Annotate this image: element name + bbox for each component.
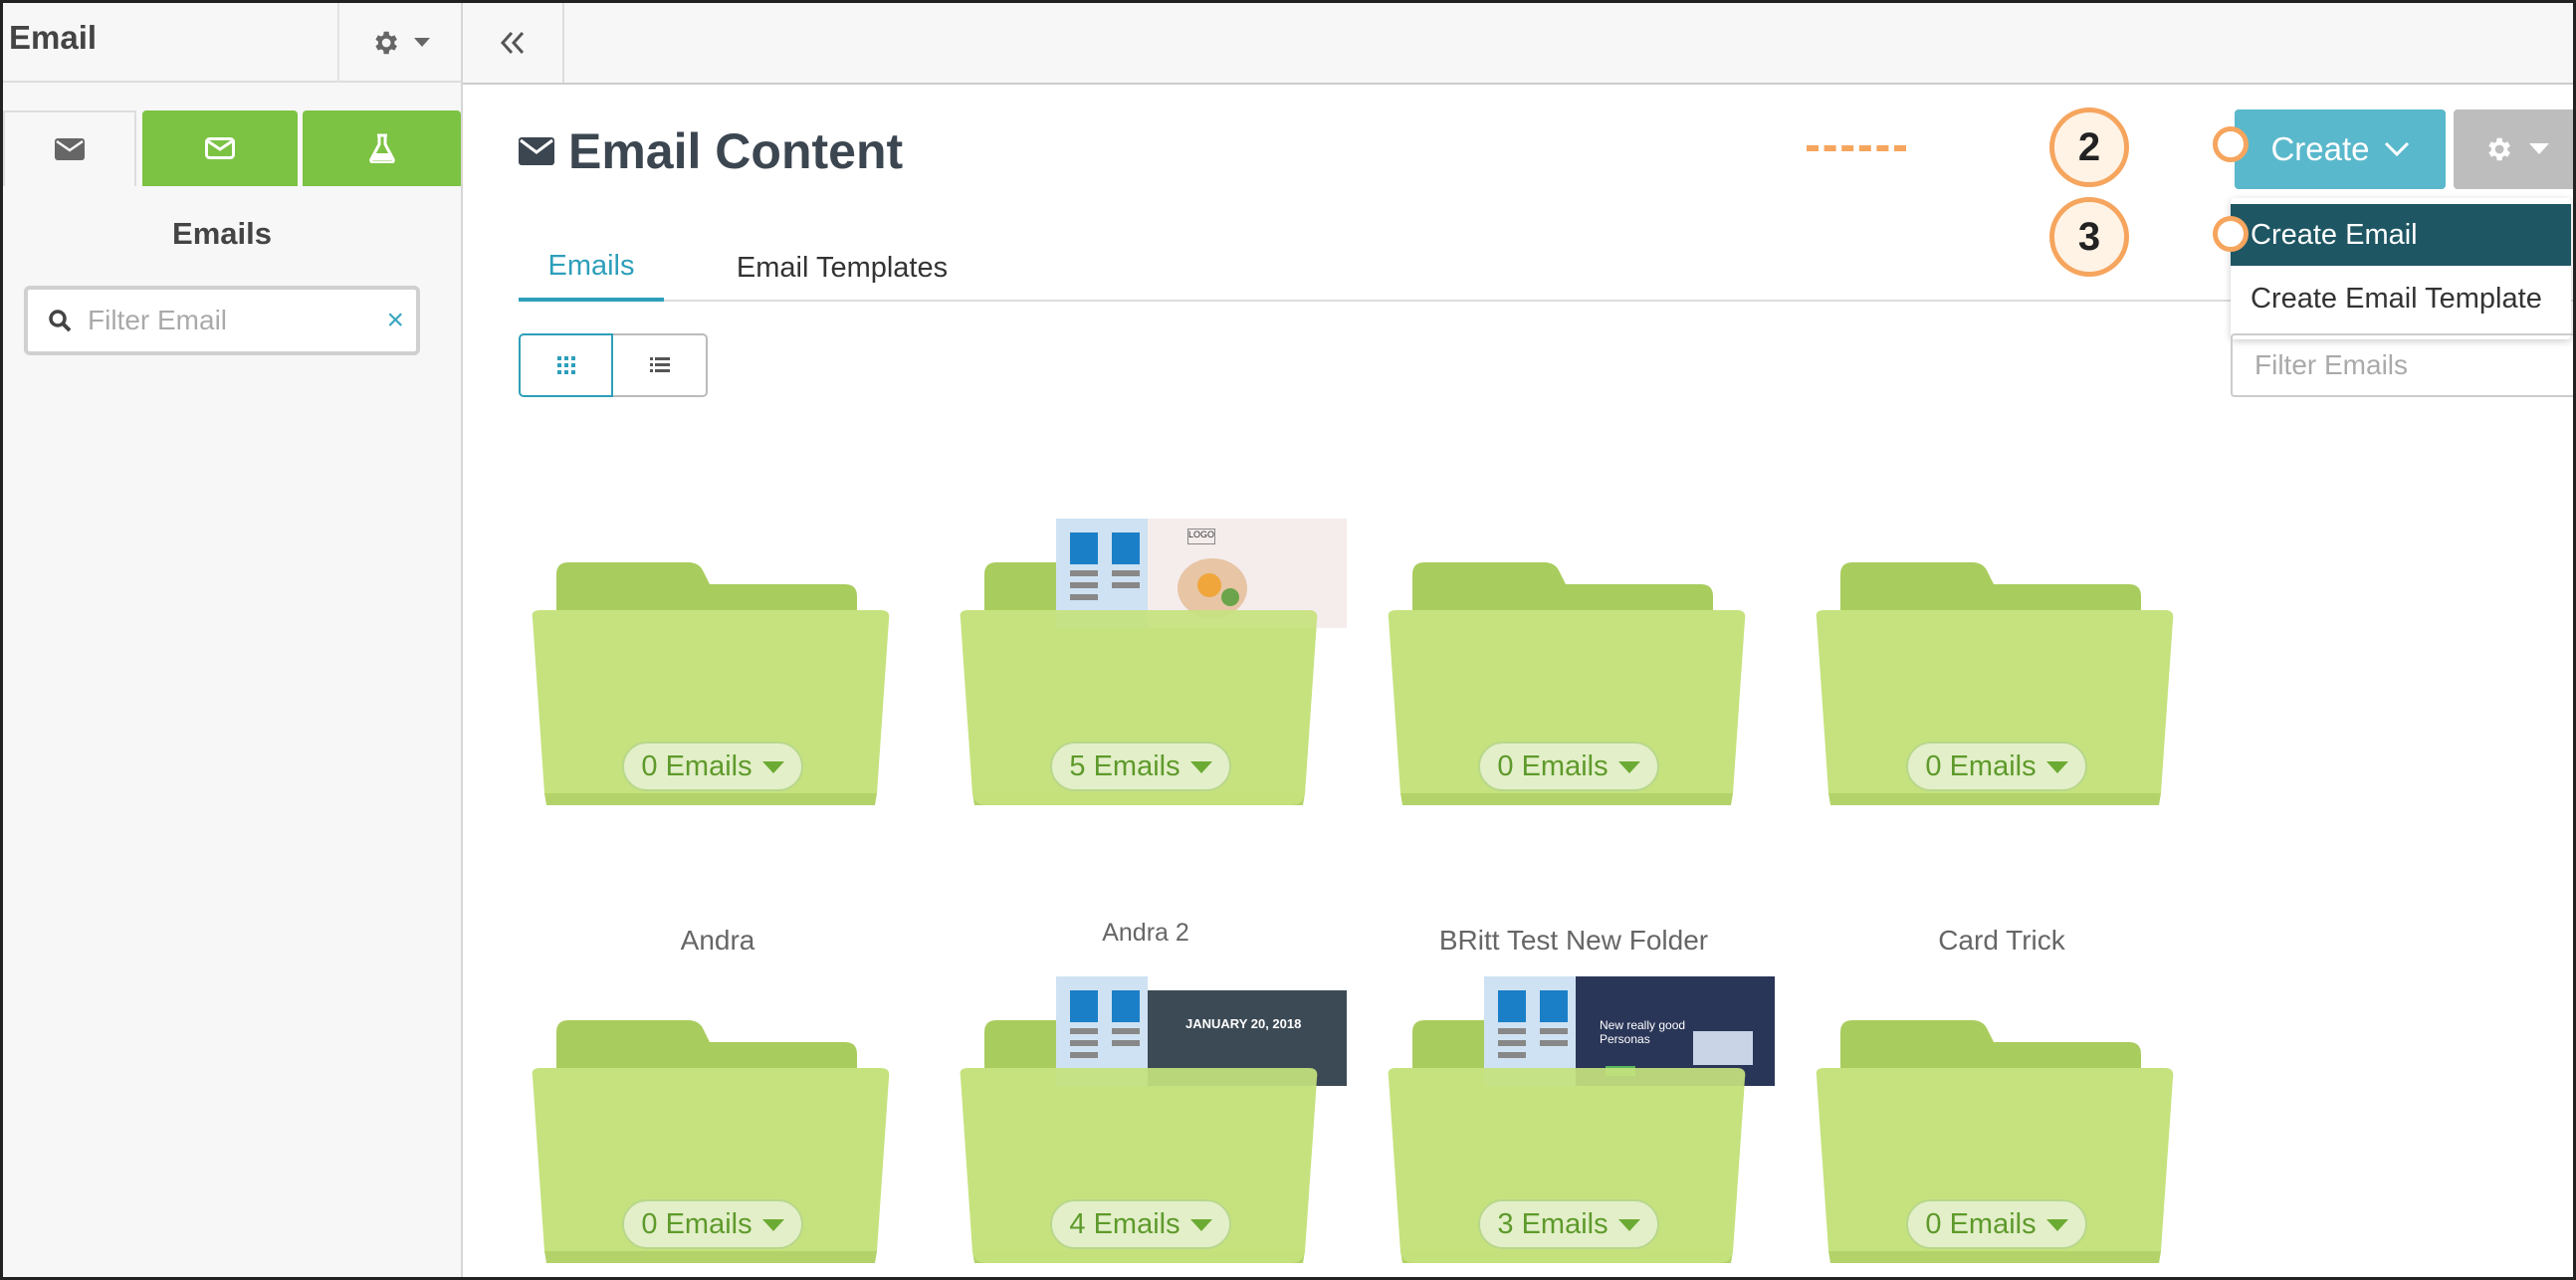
email-count-badge[interactable]: 3 Emails [1478, 1199, 1659, 1249]
sidebar-filter: × [24, 286, 420, 355]
gear-icon [375, 31, 397, 55]
folder-card[interactable]: 0 Emails Andra [529, 554, 893, 956]
email-count-label: 0 Emails [641, 749, 752, 782]
sidebar: Email Emails × [3, 3, 463, 1277]
folder-name: BRitt Test New Folder [1438, 925, 1709, 956]
create-button[interactable]: Create [2235, 109, 2446, 189]
email-count-label: 5 Emails [1069, 749, 1181, 782]
sidebar-heading: Emails [172, 216, 272, 251]
caret-down-icon [1617, 1219, 1640, 1231]
create-button-label: Create [2270, 130, 2370, 167]
folder-name: Andra 2 [1102, 919, 1189, 947]
tab-email-templates[interactable]: Email Templates [718, 234, 966, 302]
annotation-marker-2: 2 [2049, 107, 2129, 187]
annotation-dot-3 [2213, 216, 2249, 252]
list-icon [649, 357, 670, 372]
sidebar-tabs [3, 110, 461, 186]
annotation-connector-2 [1807, 145, 1906, 151]
folder-card[interactable]: 0 Emails BRitt Test New Folder [1385, 554, 1749, 956]
folder-card[interactable]: New really good Personas 3 Emails [1385, 976, 1775, 1277]
content-settings-button[interactable] [2454, 109, 2573, 189]
double-chevron-left-icon [500, 31, 525, 55]
grid-view-button[interactable] [519, 333, 613, 397]
caret-down-icon [1189, 1219, 1212, 1231]
email-count-badge[interactable]: 0 Emails [622, 742, 803, 791]
folder-card[interactable]: JANUARY 20, 2018 4 Emails [957, 976, 1347, 1277]
envelope-icon [519, 137, 554, 165]
search-icon [49, 310, 72, 332]
sidebar-tab-tests[interactable] [303, 110, 461, 186]
envelope-icon [55, 138, 85, 160]
annotation-marker-3: 3 [2049, 197, 2129, 277]
caret-down-icon [1617, 761, 1640, 773]
email-count-label: 0 Emails [1925, 1207, 2037, 1240]
list-view-button[interactable] [613, 333, 708, 397]
flask-icon [368, 133, 395, 163]
filter-emails-input[interactable]: Filter Emails [2231, 333, 2573, 397]
filter-email-input[interactable] [88, 305, 366, 336]
folder-name: Card Trick [1938, 925, 2065, 956]
caret-down-icon [1189, 761, 1212, 773]
folder-card[interactable]: 0 Emails [1813, 1012, 2177, 1277]
sidebar-title: Email [9, 19, 98, 56]
caret-down-icon [761, 1219, 784, 1231]
grid-icon [556, 356, 575, 374]
email-count-label: 3 Emails [1497, 1207, 1609, 1240]
top-bar [463, 3, 2573, 85]
thumbnail-logo: LOGO [1187, 529, 1215, 544]
caret-down-icon [414, 38, 430, 47]
email-count-label: 0 Emails [1497, 749, 1609, 782]
page-title-text: Email Content [568, 123, 904, 179]
create-dropdown-menu: Create Email Create Email Template [2231, 198, 2571, 339]
gear-icon [2488, 137, 2510, 161]
clear-filter-icon[interactable]: × [386, 304, 404, 337]
menu-item-create-email[interactable]: Create Email [2231, 204, 2571, 266]
app-frame: Email Emails × [0, 0, 2576, 1280]
caret-down-icon [2045, 1219, 2068, 1231]
email-count-badge[interactable]: 0 Emails [1906, 1199, 2087, 1249]
email-count-label: 0 Emails [1925, 749, 2037, 782]
sidebar-settings-button[interactable] [337, 3, 461, 83]
folder-card[interactable]: LOGO 5 Emails Andra 2 [957, 519, 1347, 947]
caret-down-icon [2045, 761, 2068, 773]
caret-down-icon [2529, 143, 2549, 154]
menu-item-create-email-template[interactable]: Create Email Template [2231, 268, 2571, 329]
view-toggle [519, 333, 708, 397]
email-count-badge[interactable]: 0 Emails [1906, 742, 2087, 791]
sidebar-header: Email [3, 3, 461, 83]
email-count-label: 4 Emails [1069, 1207, 1181, 1240]
envelope-outline-icon [205, 137, 235, 159]
collapse-sidebar-button[interactable] [463, 3, 564, 83]
sidebar-tab-emails[interactable] [3, 110, 136, 186]
page-title: Email Content [519, 122, 903, 180]
email-count-badge[interactable]: 0 Emails [1478, 742, 1659, 791]
annotation-dot-2 [2213, 126, 2249, 162]
email-count-badge[interactable]: 0 Emails [622, 1199, 803, 1249]
chevron-down-icon [2384, 141, 2409, 157]
email-count-label: 0 Emails [641, 1207, 752, 1240]
email-count-badge[interactable]: 5 Emails [1050, 742, 1231, 791]
folder-card[interactable]: 0 Emails Card Trick [1813, 554, 2177, 956]
tab-emails[interactable]: Emails [519, 234, 664, 302]
folder-name: Andra [680, 925, 755, 956]
main-content: Email Content Emails Email Templates Cre… [463, 85, 2573, 1277]
email-count-badge[interactable]: 4 Emails [1050, 1199, 1231, 1249]
sidebar-tab-templates[interactable] [142, 110, 298, 186]
caret-down-icon [761, 761, 784, 773]
folder-card[interactable]: 0 Emails [529, 1012, 893, 1277]
